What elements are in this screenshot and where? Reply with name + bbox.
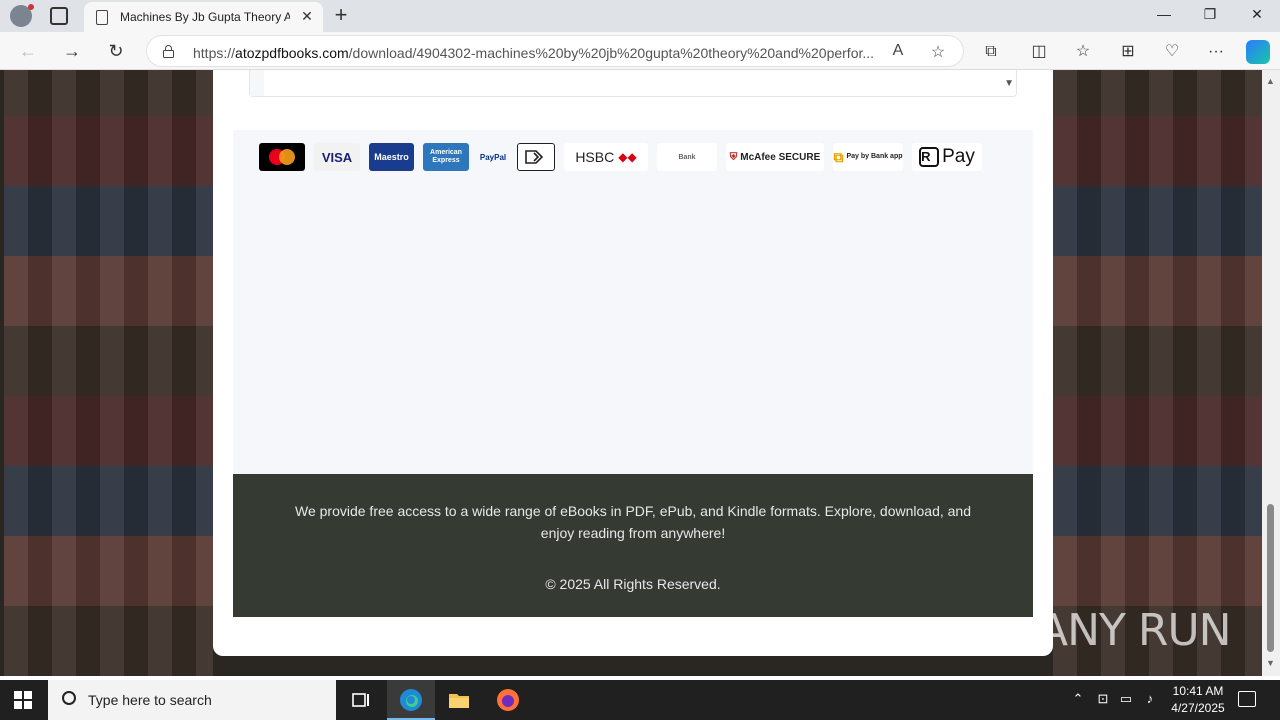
- close-window-icon[interactable]: ✕: [1242, 6, 1272, 23]
- bank-logo: Bank: [657, 143, 717, 171]
- tab-title: Machines By Jb Gupta Theory An: [120, 10, 290, 24]
- url-text: https://atozpdfbooks.com/download/490430…: [193, 45, 875, 61]
- forward-icon[interactable]: →: [61, 40, 83, 62]
- page-icon: [96, 10, 108, 25]
- performance-icon[interactable]: ♡: [1162, 42, 1182, 62]
- page-viewport: ▼ VISA Maestro American Express PayPal H…: [0, 70, 1262, 676]
- edge-taskbar-icon[interactable]: [387, 680, 435, 720]
- collections-icon[interactable]: ⊞: [1118, 42, 1138, 62]
- more-icon[interactable]: ···: [1206, 42, 1226, 62]
- chevron-down-icon[interactable]: ▼: [1004, 78, 1014, 89]
- search-placeholder: Type here to search: [88, 692, 212, 708]
- notification-icon[interactable]: [1238, 691, 1256, 707]
- new-tab-icon[interactable]: +: [330, 4, 352, 26]
- hsbc-logo: HSBC ◆◆: [564, 143, 648, 171]
- back-icon[interactable]: ←: [17, 40, 39, 62]
- footer-copyright: © 2025 All Rights Reserved.: [545, 576, 721, 592]
- scroll-up-icon[interactable]: ▲: [1266, 76, 1275, 86]
- file-explorer-icon[interactable]: [435, 680, 483, 720]
- scroll-down-icon[interactable]: ▼: [1266, 658, 1275, 668]
- taskbar-search[interactable]: Type here to search: [48, 680, 336, 720]
- search-icon: [62, 691, 76, 705]
- clock[interactable]: 10:41 AM 4/27/2025: [1160, 683, 1236, 717]
- lock-icon: [163, 45, 174, 58]
- r-pay-logo: R Pay: [912, 143, 982, 171]
- chevron-up-icon[interactable]: ⌃: [1068, 691, 1088, 707]
- main-content: ▼ VISA Maestro American Express PayPal H…: [213, 70, 1053, 656]
- navigation-bar: ← → ↻ https://atozpdfbooks.com/download/…: [0, 32, 1280, 70]
- read-aloud-icon[interactable]: A: [887, 42, 909, 60]
- mcafee-secure-logo: ⛨ McAfee SECURE: [726, 143, 824, 171]
- close-tab-icon[interactable]: ✕: [299, 8, 315, 25]
- title-bar: Machines By Jb Gupta Theory An ✕ + — ❐ ✕: [0, 0, 1280, 32]
- task-view-icon[interactable]: [336, 680, 384, 720]
- device-icon[interactable]: ⊡: [1093, 691, 1113, 707]
- address-bar[interactable]: https://atozpdfbooks.com/download/490430…: [146, 35, 964, 67]
- mastercard-logo: [259, 143, 305, 171]
- book-cover-background-left: [4, 70, 213, 676]
- pay-by-bank-logo: ⧉ Pay by Bank app: [833, 143, 903, 171]
- site-footer: We provide free access to a wide range o…: [233, 474, 1033, 617]
- skrill-logo: [517, 143, 555, 171]
- footer-description: We provide free access to a wide range o…: [294, 503, 971, 541]
- active-tab[interactable]: Machines By Jb Gupta Theory An ✕: [84, 2, 323, 32]
- tab-actions-icon[interactable]: [50, 7, 68, 25]
- refresh-icon[interactable]: ↻: [105, 40, 127, 62]
- visa-logo: VISA: [314, 143, 360, 171]
- scrollbar-thumb[interactable]: [1267, 504, 1274, 652]
- windows-start-icon[interactable]: [14, 691, 32, 709]
- book-cover-background-right: [1053, 70, 1262, 676]
- split-screen-icon[interactable]: ◫: [1029, 42, 1049, 62]
- anyrun-watermark: ANY RUN: [1038, 605, 1232, 656]
- paypal-logo: PayPal: [479, 152, 507, 162]
- profile-icon[interactable]: [10, 4, 34, 27]
- extensions-icon[interactable]: ⧉: [981, 42, 1001, 62]
- scrollbar[interactable]: ▲ ▼: [1262, 70, 1280, 676]
- network-icon[interactable]: ▭: [1116, 691, 1136, 707]
- firefox-icon[interactable]: [484, 680, 532, 720]
- taskbar: Type here to search ⌃ ⊡ ▭ ♪ 10:41 AM 4/2…: [0, 680, 1280, 720]
- minimize-icon[interactable]: —: [1149, 6, 1179, 22]
- dropdown-select[interactable]: ▼: [249, 70, 1017, 97]
- volume-icon[interactable]: ♪: [1140, 691, 1160, 706]
- payment-methods: VISA Maestro American Express PayPal HSB…: [233, 130, 1033, 194]
- favorite-star-icon[interactable]: ☆: [927, 42, 949, 62]
- favorites-icon[interactable]: ☆: [1073, 42, 1093, 62]
- amex-logo: American Express: [423, 143, 469, 171]
- maestro-logo: Maestro: [369, 143, 414, 171]
- copilot-icon[interactable]: [1246, 40, 1270, 64]
- restore-icon[interactable]: ❐: [1195, 6, 1225, 23]
- ad-placeholder: [233, 194, 1033, 474]
